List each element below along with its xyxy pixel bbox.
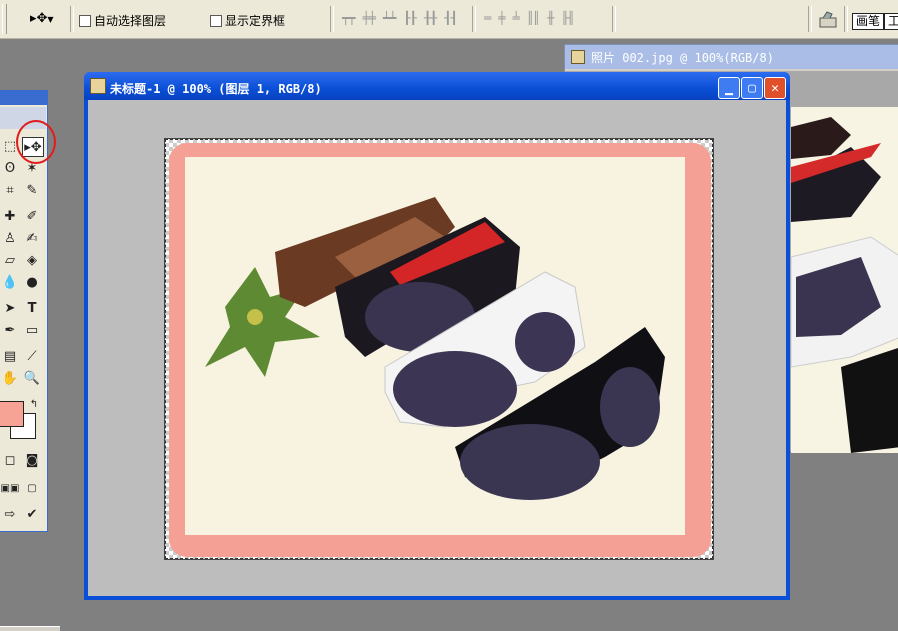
distribute-hcenter-icon[interactable]: ╫ [547, 11, 554, 25]
show-bounds-checkbox[interactable]: 显示定界框 [210, 12, 285, 29]
swap-colors-icon[interactable]: ↰ [24, 395, 44, 413]
imageready-icon[interactable]: ✔ [22, 505, 42, 523]
pen-tool-icon[interactable]: ✒ [0, 321, 20, 339]
photoshop-doc-icon [571, 50, 585, 64]
distribute-right-icon[interactable]: ╟╢ [561, 11, 574, 25]
tool-presets-tab[interactable]: 工 [884, 13, 898, 30]
crop-tool-icon[interactable]: ⌗ [0, 181, 20, 199]
doc2-titlebar[interactable]: 照片 002.jpg @ 100%(RGB/8) [565, 45, 898, 69]
foreground-color-swatch[interactable] [0, 401, 24, 427]
align-top-icon[interactable]: ┯┯ [342, 11, 355, 25]
document-window-untitled[interactable]: 未标题-1 @ 100% (图层 1, RGB/8) ▁ ▢ ✕ [84, 72, 790, 600]
lasso-tool-icon[interactable]: ʘ [0, 159, 20, 177]
dodge-tool-icon[interactable]: ● [22, 273, 42, 291]
options-bar: ▸✥▼ 自动选择图层 显示定界框 ┯┯ ╪╪ ┷┷ ┠┠ ╂╂ ┨┨ ═ ╪ ╧… [0, 0, 898, 39]
brush-tool-icon[interactable]: ✐ [22, 207, 42, 225]
distribute-vcenter-icon[interactable]: ╪ [498, 11, 505, 25]
selection-marquee [165, 139, 713, 559]
show-bounds-label: 显示定界框 [225, 14, 286, 28]
canvas[interactable] [164, 138, 714, 560]
zoom-tool-icon[interactable]: 🔍 [22, 369, 42, 387]
align-right-icon[interactable]: ┨┨ [444, 11, 457, 25]
align-buttons: ┯┯ ╪╪ ┷┷ ┠┠ ╂╂ ┨┨ [342, 11, 458, 25]
toolbar-grip[interactable] [2, 4, 7, 34]
maximize-button[interactable]: ▢ [741, 77, 763, 99]
photoshop-doc-icon [90, 78, 106, 94]
distribute-bottom-icon[interactable]: ╧ [512, 11, 519, 25]
blur-tool-icon[interactable]: 💧 [0, 273, 20, 291]
eraser-tool-icon[interactable]: ▱ [0, 251, 20, 269]
screen-mode-icon[interactable]: ▣▣ [0, 479, 20, 497]
minimize-button[interactable]: ▁ [718, 77, 740, 99]
status-strip [0, 626, 60, 631]
separator [330, 6, 334, 32]
fullscreen-mode-icon[interactable]: ▢ [22, 479, 42, 497]
close-button[interactable]: ✕ [764, 77, 786, 99]
quick-mask-icon[interactable]: ◙ [22, 451, 42, 469]
align-left-icon[interactable]: ┠┠ [403, 11, 416, 25]
chevron-down-icon: ▼ [47, 15, 54, 24]
separator [808, 6, 812, 32]
separator [472, 6, 476, 32]
path-select-icon[interactable]: ➤ [0, 299, 20, 317]
tool-preset-picker[interactable]: ▸✥▼ [30, 11, 54, 26]
separator [612, 6, 616, 32]
align-vcenter-icon[interactable]: ╪╪ [362, 11, 375, 25]
distribute-top-icon[interactable]: ═ [484, 11, 491, 25]
separator [844, 6, 848, 32]
doc2-title: 照片 002.jpg @ 100%(RGB/8) [591, 50, 774, 65]
checkbox-box[interactable] [79, 14, 91, 27]
brush-palette-tab[interactable]: 画笔 [852, 13, 885, 30]
toolbox-titlebar[interactable] [0, 91, 47, 105]
doc-title: 未标题-1 @ 100% (图层 1, RGB/8) [110, 82, 322, 96]
sunglasses-image [790, 117, 898, 453]
doc2-image [790, 107, 898, 453]
distribute-left-icon[interactable]: ║║ [527, 11, 540, 25]
healing-brush-icon[interactable]: ✚ [0, 207, 20, 225]
standard-mode-icon[interactable]: ◻ [0, 451, 20, 469]
checkbox-box[interactable] [210, 14, 222, 27]
align-bottom-icon[interactable]: ┷┷ [383, 11, 396, 25]
highlight-circle-annotation [16, 120, 56, 164]
separator [70, 6, 74, 32]
move-tool-icon: ▸✥ [30, 11, 48, 26]
hand-tool-icon[interactable]: ✋ [0, 369, 20, 387]
type-tool-icon[interactable]: T [22, 299, 42, 317]
distribute-buttons: ═ ╪ ╧ ║║ ╫ ╟╢ [484, 11, 575, 25]
shape-tool-icon[interactable]: ▭ [22, 321, 42, 339]
doc-titlebar[interactable]: 未标题-1 @ 100% (图层 1, RGB/8) ▁ ▢ ✕ [84, 72, 790, 100]
align-hcenter-icon[interactable]: ╂╂ [424, 11, 437, 25]
stamp-tool-icon[interactable]: ♙ [0, 229, 20, 247]
doc-client-area[interactable] [88, 100, 786, 596]
eyedropper-icon[interactable]: ⟋ [22, 347, 42, 365]
history-brush-icon[interactable]: ✍ [22, 229, 42, 247]
palette-well-icon[interactable] [818, 9, 838, 29]
paint-bucket-icon[interactable]: ◈ [22, 251, 42, 269]
auto-select-label: 自动选择图层 [94, 14, 167, 28]
slice-tool-icon[interactable]: ✎ [22, 181, 42, 199]
auto-select-layer-checkbox[interactable]: 自动选择图层 [79, 12, 166, 29]
notes-tool-icon[interactable]: ▤ [0, 347, 20, 365]
jump-to-imageready-icon[interactable]: ⇨ [0, 505, 20, 523]
